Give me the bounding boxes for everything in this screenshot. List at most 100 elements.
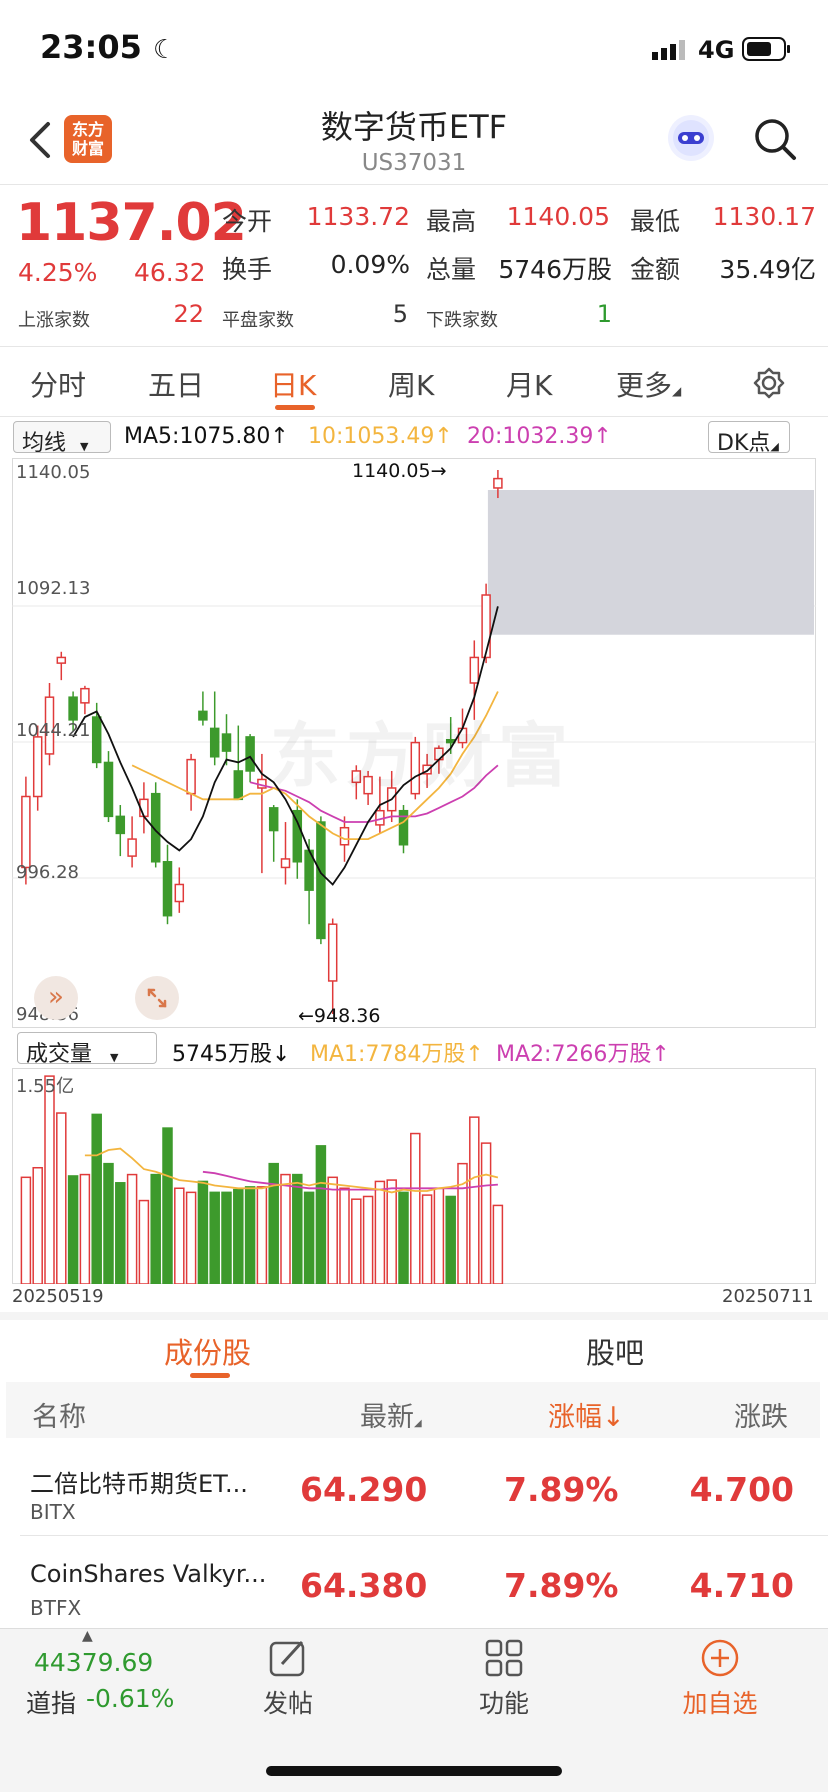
turnover-value: 0.09% (330, 250, 410, 279)
active-tab-indicator (275, 405, 315, 410)
candle-body (221, 733, 232, 752)
functions-button[interactable]: 功能 (462, 1634, 546, 1724)
volume-bar (315, 1145, 327, 1284)
fullscreen-icon[interactable] (135, 976, 179, 1020)
tab-constituents[interactable]: 成份股 (164, 1330, 251, 1372)
tab-intraday[interactable]: 分时 (30, 364, 86, 404)
open-label: 今开 (222, 207, 273, 236)
search-icon[interactable] (752, 116, 798, 162)
post-label: 发帖 (262, 1689, 313, 1718)
divider (0, 346, 828, 347)
row-name: 二倍比特币期货ET... (30, 1470, 248, 1498)
edit-icon (269, 1640, 305, 1677)
candle-body (56, 656, 67, 664)
candle-body (245, 736, 255, 772)
volume-bar (197, 1180, 209, 1284)
dk-point-button[interactable]: DK点◢ (708, 421, 790, 456)
candle-body (233, 770, 244, 801)
price-axis-label: 1092.13 (16, 578, 91, 599)
high-value: 1140.05 (506, 202, 610, 231)
add-watchlist-button[interactable]: 加自选 (672, 1634, 768, 1724)
column-name: 名称 (32, 1402, 86, 1433)
candle-body (493, 477, 503, 489)
row-change-pct: 7.89% (504, 1566, 619, 1605)
volume-bar (386, 1179, 397, 1284)
index-value: 44379.69 (34, 1648, 154, 1677)
volume-bar (20, 1176, 32, 1284)
row-change: 4.710 (689, 1566, 794, 1605)
volume-bar (138, 1199, 150, 1284)
tab-five-day[interactable]: 五日 (148, 364, 204, 404)
volume-bar (79, 1173, 91, 1284)
column-change-pct[interactable]: 涨幅↓ (548, 1395, 625, 1434)
volume-ma2-value: MA2:7266万股↑ (496, 1042, 670, 1067)
column-last-label: 最新 (360, 1402, 414, 1433)
decliners-count: 1 (596, 300, 612, 328)
functions-label: 功能 (478, 1689, 529, 1718)
volume-axis-label: 1.55亿 (16, 1076, 75, 1097)
volume-bar (115, 1182, 126, 1284)
grid-icon (485, 1639, 523, 1677)
volume-bar (244, 1186, 256, 1284)
add-watchlist-label: 加自选 (682, 1689, 758, 1718)
candle-body (80, 687, 90, 704)
amount-value: 35.49亿 (719, 255, 816, 284)
candle-body (327, 923, 338, 982)
index-ticker[interactable]: 44379.69 道指 -0.61% (26, 1648, 186, 1728)
high-annotation: 1140.05→ (352, 460, 447, 482)
network-type: 4G (698, 36, 735, 64)
advancers-count: 22 (173, 300, 204, 328)
tab-daily-k[interactable]: 日K (270, 364, 316, 404)
index-name: 道指 (26, 1689, 77, 1718)
tab-monthly-k[interactable]: 月K (506, 364, 552, 404)
unchanged-count: 5 (392, 300, 408, 328)
expand-left-icon[interactable]: » (34, 976, 78, 1020)
price-axis-label: 1044.21 (16, 720, 91, 741)
volume-bar (126, 1173, 138, 1284)
volume-bar (44, 1075, 55, 1284)
volume-bar (32, 1166, 43, 1284)
column-change[interactable]: 涨跌 (734, 1395, 788, 1434)
gear-icon[interactable] (752, 366, 786, 400)
volume-bar (233, 1188, 244, 1284)
volume-value: 5745万股↓ (172, 1042, 291, 1067)
robot-assistant-icon[interactable] (668, 115, 714, 161)
post-button[interactable]: 发帖 (246, 1634, 330, 1724)
date-start: 20250519 (12, 1286, 104, 1307)
low-label: 最低 (630, 207, 681, 236)
row-change: 4.700 (689, 1470, 794, 1509)
table-row[interactable]: CoinShares Valkyr... BTFX 64.380 7.89% 4… (0, 1536, 828, 1626)
caret-down-icon: ◢ (770, 440, 779, 453)
row-code: BTFX (30, 1596, 82, 1620)
candle-body (115, 815, 126, 835)
volume-bar (150, 1173, 161, 1284)
candle-body (481, 594, 491, 659)
indicator-selector[interactable]: 均线 ▼ (13, 421, 111, 456)
volume-bar (292, 1173, 303, 1284)
volume-bar (174, 1187, 185, 1284)
tab-weekly-k[interactable]: 周K (388, 364, 434, 404)
volume-indicator-selector[interactable]: 成交量 ▼ (17, 1032, 157, 1067)
volume-chart[interactable] (12, 1068, 816, 1284)
candle-body (268, 807, 279, 832)
table-row[interactable]: 二倍比特币期货ET... BITX 64.290 7.89% 4.700 (0, 1440, 828, 1536)
volume-bar (410, 1132, 421, 1284)
row-name: CoinShares Valkyr... (30, 1560, 267, 1588)
tab-more[interactable]: 更多◢ (616, 364, 681, 404)
candle-body (103, 761, 114, 818)
dk-point-label: DK点 (717, 431, 771, 456)
volume-bar (162, 1127, 173, 1284)
caret-down-icon: ▼ (80, 440, 89, 453)
candle-body (339, 826, 350, 846)
candle-body (162, 861, 173, 917)
candle-body (127, 838, 137, 857)
volume-bar (56, 1112, 67, 1284)
plus-circle-icon (701, 1639, 739, 1677)
volume-bar (327, 1176, 338, 1284)
volume-bar (362, 1195, 374, 1284)
amount-label: 金额 (630, 255, 681, 284)
tab-forum[interactable]: 股吧 (586, 1330, 644, 1372)
column-last[interactable]: 最新◢ (360, 1395, 422, 1434)
candle-body (32, 736, 43, 798)
row-code: BITX (30, 1500, 76, 1524)
